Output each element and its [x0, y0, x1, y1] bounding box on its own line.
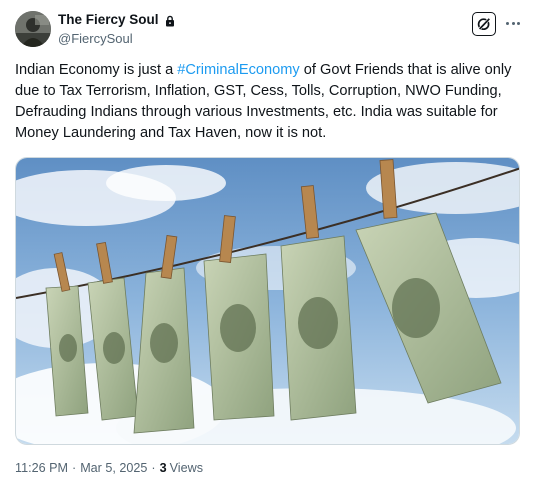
tweet-text-before: Indian Economy is just a: [15, 62, 178, 78]
tweet-photo[interactable]: [15, 157, 520, 445]
tweet-card: The Fiercy Soul @FiercySoul Indian Econo…: [0, 0, 535, 484]
tweet-meta: 11:26 PM · Mar 5, 2025 · 3 Views: [15, 461, 203, 475]
views-label: Views: [169, 461, 203, 475]
grok-button[interactable]: [472, 12, 496, 36]
tweet-date[interactable]: Mar 5, 2025: [80, 461, 147, 475]
hashtag-link[interactable]: #CriminalEconomy: [177, 62, 299, 78]
tweet-text: Indian Economy is just a #CriminalEconom…: [15, 60, 525, 144]
avatar-image: [15, 11, 51, 47]
views-count[interactable]: 3: [160, 461, 167, 475]
more-button[interactable]: [503, 14, 523, 32]
more-icon-dot: [511, 21, 515, 25]
author-name-row: The Fiercy Soul: [58, 12, 176, 27]
author-display-name[interactable]: The Fiercy Soul: [58, 12, 159, 27]
avatar[interactable]: [15, 11, 51, 47]
money-on-clothesline-photo: [16, 158, 519, 444]
grok-icon: [477, 17, 491, 31]
meta-separator: ·: [71, 461, 77, 475]
tweet-time[interactable]: 11:26 PM: [15, 461, 68, 475]
more-icon-dot: [506, 21, 509, 25]
more-icon-dot: [517, 21, 520, 25]
meta-separator: ·: [151, 461, 156, 475]
lock-icon: [164, 14, 176, 26]
author-handle[interactable]: @FiercySoul: [58, 31, 133, 46]
